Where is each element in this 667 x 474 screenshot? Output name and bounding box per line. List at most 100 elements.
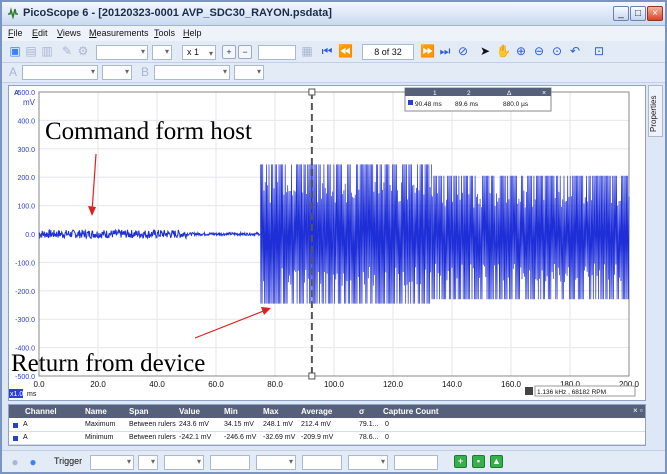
cell-sigma: 79.1... <box>359 421 379 428</box>
run-icon[interactable]: ● <box>8 455 22 469</box>
zoom-fit-icon[interactable]: ⊡ <box>592 44 606 58</box>
y-tick-label: 300.0 <box>17 147 35 154</box>
last-page-icon[interactable]: ⏭ <box>438 44 452 58</box>
trigger-threshold-unit-dropdown[interactable] <box>256 455 296 470</box>
zoom-region-icon[interactable]: ⊙ <box>550 44 564 58</box>
close-button[interactable]: × <box>647 6 663 21</box>
annotation-return-from-device: Return from device <box>11 350 205 377</box>
col-channel[interactable]: Channel <box>25 407 57 416</box>
hand-tool-icon[interactable]: ✋ <box>496 44 511 58</box>
app-window: PicoScope 6 - [20120323-0001 AVP_SDC30_R… <box>0 0 667 474</box>
channel-a-range-dropdown[interactable] <box>22 65 98 80</box>
sequence-button[interactable]: ▪ <box>472 455 485 468</box>
frequency-icon <box>525 387 533 395</box>
col-capture-count[interactable]: Capture Count <box>383 407 439 416</box>
chart-icon[interactable]: ▦ <box>300 44 314 58</box>
add-button[interactable]: + <box>454 455 467 468</box>
menu-help[interactable]: Help <box>183 28 202 38</box>
cell-sigma: 78.6... <box>359 434 379 441</box>
measurements-table: Channel Name Span Value Min Max Average … <box>8 404 646 446</box>
previous-page-icon[interactable]: ⏪ <box>338 44 353 58</box>
y-tick-label: -200.0 <box>15 289 35 296</box>
ruler-legend-close-icon[interactable]: × <box>542 90 546 97</box>
up-button[interactable]: ▲ <box>490 455 503 468</box>
ruler-handle-top[interactable] <box>308 88 316 96</box>
pointer-tool-icon[interactable]: ➤ <box>478 44 492 58</box>
pre-trigger-field[interactable] <box>302 455 342 470</box>
y-tick-label: -100.0 <box>15 260 35 267</box>
measurement-row[interactable]: A Minimum Between rulers -242.1 mV -246.… <box>9 432 645 445</box>
channel-a-coupling-dropdown[interactable] <box>102 65 132 80</box>
y-tick-label: 200.0 <box>17 175 35 182</box>
scope-plot[interactable]: 500.0 400.0 300.0 200.0 100.0 0.0 -100.0 -200.0… <box>9 86 645 400</box>
col-min[interactable]: Min <box>224 407 238 416</box>
col-sigma[interactable]: σ <box>359 407 364 416</box>
cell-name: Maximum <box>85 421 116 428</box>
cell-max: -32.69 mV <box>263 434 296 441</box>
col-value[interactable]: Value <box>179 407 200 416</box>
channel-b-range-dropdown[interactable] <box>154 65 230 80</box>
trigger-source-dropdown[interactable] <box>138 455 158 470</box>
timebase-multiplier-dropdown[interactable]: x 1 <box>182 45 216 60</box>
undo-zoom-icon[interactable]: ↶ <box>568 44 582 58</box>
minimize-button[interactable]: _ <box>613 6 629 21</box>
scope-mode-icon[interactable]: ▣ <box>8 44 22 58</box>
next-page-icon[interactable]: ⏩ <box>420 44 435 58</box>
col-average[interactable]: Average <box>301 407 332 416</box>
scope-view[interactable]: 500.0 400.0 300.0 200.0 100.0 0.0 -100.0 -200.0… <box>8 85 646 401</box>
menu-views[interactable]: Views <box>57 28 81 38</box>
measurement-row[interactable]: A Maximum Between rulers 243.6 mV 34.15 … <box>9 419 645 432</box>
zoom-out-button[interactable]: − <box>238 45 252 59</box>
collection-time-dropdown[interactable] <box>96 45 148 60</box>
measurements-close-icon[interactable]: × ▫ <box>633 406 643 415</box>
channel-a-icon[interactable]: A <box>6 65 20 79</box>
cell-average: -209.9 mV <box>301 434 334 441</box>
menu-edit[interactable]: Edit <box>32 28 48 38</box>
col-max[interactable]: Max <box>263 407 279 416</box>
cell-name: Minimum <box>85 434 114 441</box>
y-tick-label: 500.0 <box>17 90 35 97</box>
pre-trigger-unit-dropdown[interactable] <box>348 455 388 470</box>
properties-side-tab[interactable]: Properties <box>648 85 663 137</box>
trigger-threshold-field[interactable] <box>210 455 250 470</box>
cell-value: -242.1 mV <box>179 434 212 441</box>
collection-time-unit-dropdown[interactable] <box>152 45 172 60</box>
cell-span: Between rulers <box>129 434 176 441</box>
measurements-header: Channel Name Span Value Min Max Average … <box>9 405 645 418</box>
menu-tools[interactable]: Tools <box>154 28 175 38</box>
stop-icon[interactable]: ⊘ <box>456 44 470 58</box>
menu-bar: File Edit Views Measurements Tools Help <box>2 26 665 41</box>
ruler-legend[interactable]: 1 2 Δ × 90.48 ms 89.6 ms 880.0 µs <box>404 87 552 112</box>
probe-settings-icon[interactable]: ⚙ <box>76 44 90 58</box>
menu-measurements[interactable]: Measurements <box>89 28 149 38</box>
trigger-delay-field[interactable] <box>394 455 438 470</box>
maximize-button[interactable]: □ <box>630 6 646 21</box>
menu-file[interactable]: File <box>8 28 23 38</box>
spectrum-mode-icon[interactable]: ▥ <box>40 44 54 58</box>
trigger-edge-dropdown[interactable] <box>164 455 204 470</box>
x-tick-label: 20.0 <box>90 380 106 389</box>
channel-options-icon[interactable]: ✎ <box>60 44 74 58</box>
trigger-mode-dropdown[interactable] <box>90 455 134 470</box>
zoom-out-tool-icon[interactable]: ⊖ <box>532 44 546 58</box>
channel-b-icon[interactable]: B <box>138 65 152 79</box>
channel-b-coupling-dropdown[interactable] <box>234 65 264 80</box>
x-tick-label: 40.0 <box>149 380 165 389</box>
zoom-in-button[interactable]: + <box>222 45 236 59</box>
cell-min: 34.15 mV <box>224 421 254 428</box>
col-name[interactable]: Name <box>85 407 107 416</box>
persistence-mode-icon[interactable]: ▤ <box>24 44 38 58</box>
zoom-in-tool-icon[interactable]: ⊕ <box>514 44 528 58</box>
ruler-handle-bottom[interactable] <box>308 372 316 380</box>
y-axis-unit: mV <box>23 98 36 107</box>
x-tick-label: 60.0 <box>208 380 224 389</box>
channel-a-swatch <box>13 436 18 441</box>
stop-capture-icon[interactable]: ● <box>26 455 40 469</box>
x-axis-unit: ms <box>27 391 37 398</box>
col-span[interactable]: Span <box>129 407 149 416</box>
annotation-command-from-host: Command form host <box>45 118 252 145</box>
ruler-delta-value: 880.0 µs <box>503 101 529 108</box>
samples-field[interactable] <box>258 45 296 60</box>
x-tick-label: 100.0 <box>324 380 345 389</box>
first-page-icon[interactable]: ⏮ <box>320 44 334 58</box>
